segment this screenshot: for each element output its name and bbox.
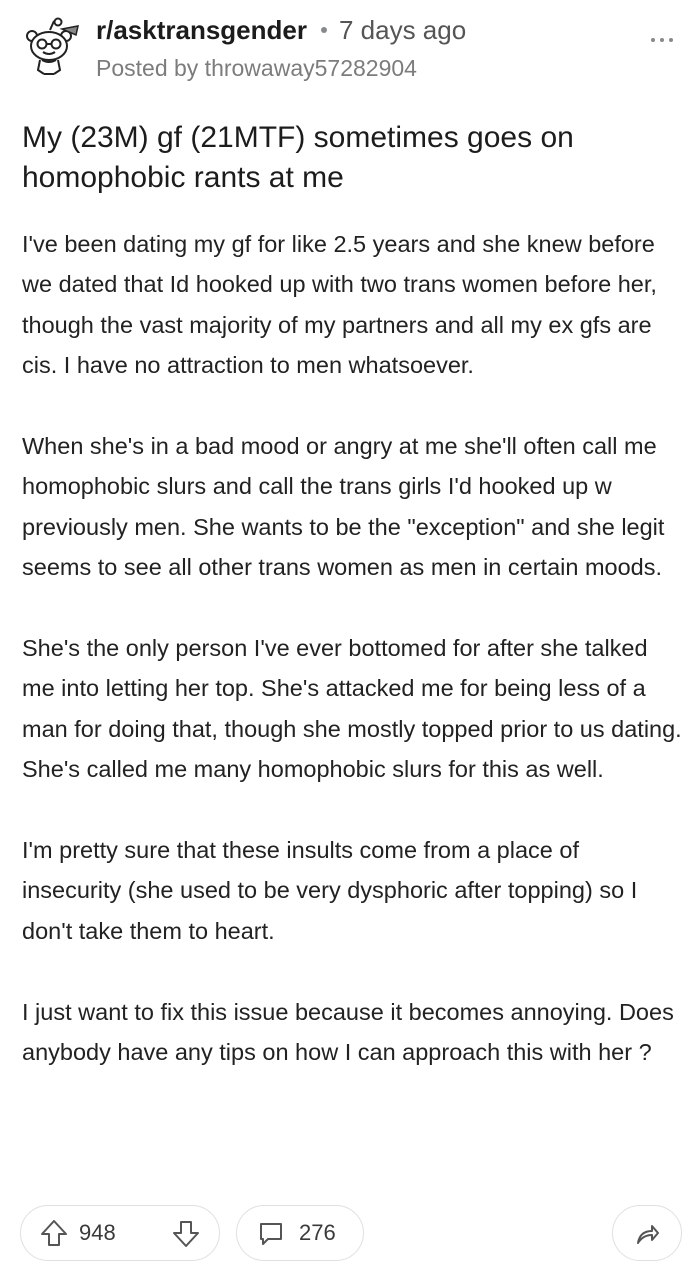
share-arrow-icon bbox=[637, 1225, 659, 1244]
comment-bubble-icon bbox=[260, 1223, 282, 1245]
post-paragraph: I just want to fix this issue because it… bbox=[22, 998, 674, 1066]
post-body: I've been dating my gf for like 2.5 year… bbox=[22, 224, 684, 1113]
posted-by[interactable]: Posted by throwaway57282904 bbox=[96, 54, 417, 82]
post-paragraph: I'm pretty sure that these insults come … bbox=[22, 837, 638, 944]
upvote-arrow-icon[interactable] bbox=[39, 1218, 69, 1248]
post-time: 7 days ago bbox=[338, 15, 467, 45]
subreddit-link[interactable]: r/asktransgender bbox=[96, 15, 307, 45]
comments-button[interactable]: 276 bbox=[236, 1205, 364, 1261]
upvote-count: 948 bbox=[79, 1220, 116, 1245]
subreddit-line: r/asktransgender 7 days ago bbox=[96, 14, 466, 46]
comment-count: 276 bbox=[299, 1220, 336, 1245]
vote-control: 948 bbox=[20, 1205, 220, 1261]
share-button[interactable] bbox=[612, 1205, 682, 1261]
post-paragraph: She's the only person I've ever bottomed… bbox=[22, 635, 682, 783]
post-actions: 948 276 bbox=[0, 1205, 697, 1265]
snoo-avatar-icon[interactable] bbox=[18, 16, 80, 78]
post-paragraph: When she's in a bad mood or angry at me … bbox=[22, 433, 665, 581]
post-header: r/asktransgender 7 days ago Posted by thr… bbox=[0, 0, 697, 100]
separator-dot bbox=[320, 26, 327, 33]
post-title[interactable]: My (23M) gf (21MTF) sometimes goes on ho… bbox=[22, 118, 682, 198]
more-options-icon[interactable] bbox=[647, 30, 677, 50]
post-paragraph: I've been dating my gf for like 2.5 year… bbox=[22, 231, 657, 379]
downvote-arrow-icon[interactable] bbox=[171, 1219, 201, 1249]
